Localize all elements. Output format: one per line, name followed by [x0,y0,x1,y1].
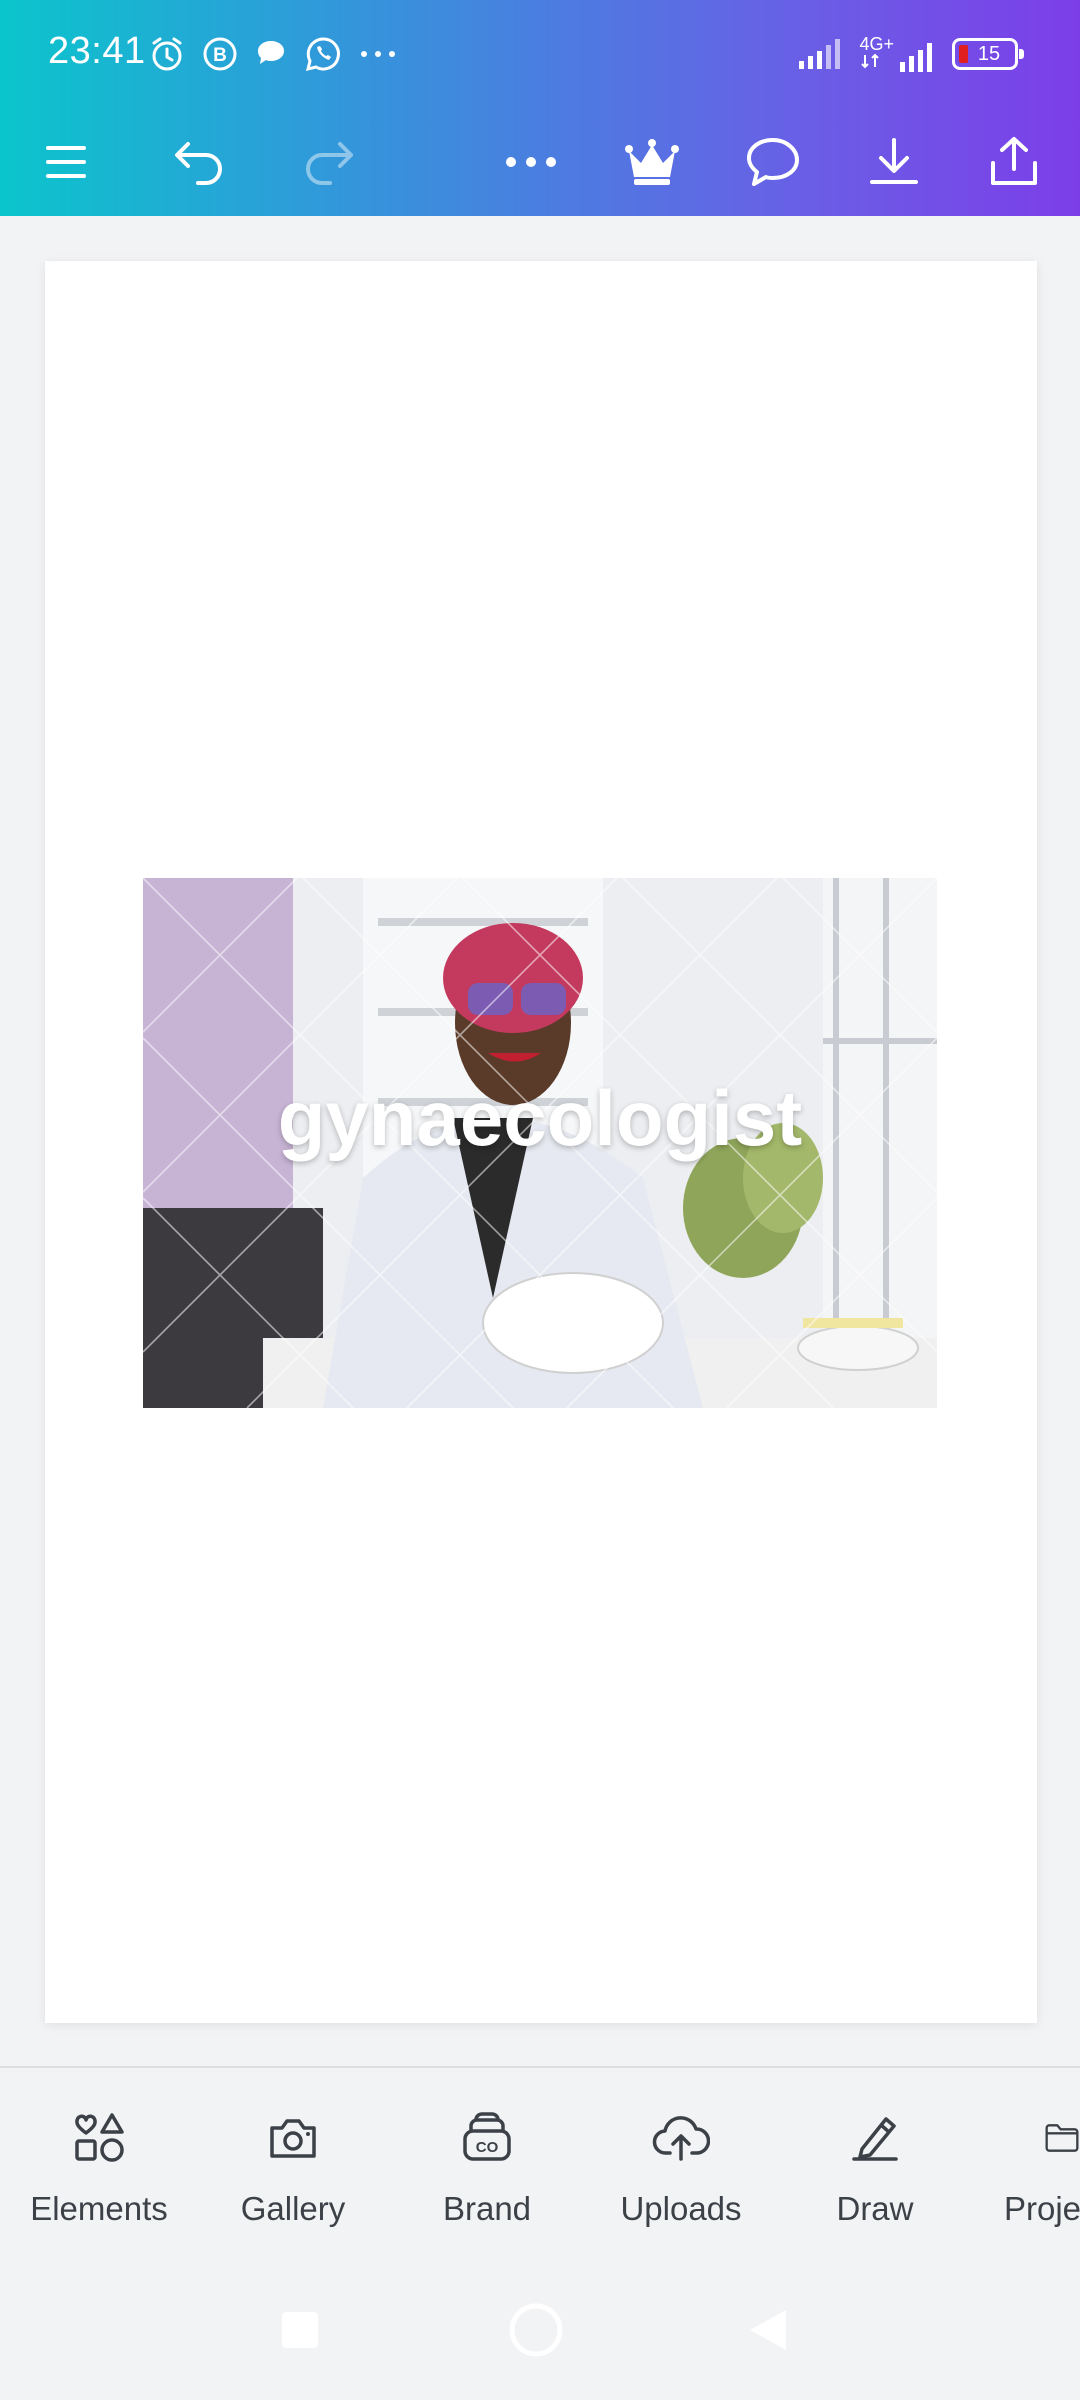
message-bubble-icon [258,41,284,64]
editor-toolbar [0,108,1080,216]
elements-icon [75,2113,124,2162]
nav-uploads-label: Uploads [620,2190,742,2227]
camera-icon [270,2119,316,2158]
network-type-label: 4G+ [859,33,894,54]
nav-brand[interactable]: CO Brand [392,2106,582,2246]
nav-gallery-label: Gallery [240,2190,346,2227]
bottom-tool-nav: Elements Gallery CO Brand Uploads Draw P… [0,2066,1080,2256]
system-navigation-bar [0,2256,1080,2400]
brand-icon: CO [463,2112,511,2161]
recent-apps-button[interactable] [270,2300,330,2360]
nav-projects[interactable]: Proje [974,2106,1080,2246]
battery-icon: 15 [952,38,1024,70]
svg-text:B: B [213,45,227,66]
undo-button[interactable] [160,122,240,202]
signal-4g-icon: 4G+ [859,35,938,74]
status-notification-icons: B [148,30,398,78]
premium-button[interactable] [612,122,692,202]
more-button[interactable] [491,122,571,202]
home-button[interactable] [506,2300,566,2360]
circle-icon [509,2303,563,2357]
upload-cloud-icon [652,2116,710,2161]
share-button[interactable] [974,122,1054,202]
b-circle-icon: B [203,37,237,71]
square-icon [282,2312,318,2348]
undo-icon [175,142,222,185]
design-page[interactable]: gynaecologist [45,261,1037,2023]
status-bar: 23:41 B 4G+ 15 [0,0,1080,108]
nav-brand-label: Brand [442,2190,532,2227]
battery-percent: 15 [977,42,1001,65]
photo-title-text[interactable]: gynaecologist [143,1073,937,1164]
top-bar: 23:41 B 4G+ 15 [0,0,1080,216]
nav-draw[interactable]: Draw [780,2106,970,2246]
nav-gallery[interactable]: Gallery [198,2106,388,2246]
redo-icon [306,142,353,185]
pen-icon [852,2117,898,2161]
nav-draw-label: Draw [836,2190,914,2227]
alarm-icon [152,37,182,71]
nav-elements-label: Elements [30,2190,168,2227]
nav-elements[interactable]: Elements [4,2106,194,2246]
more-dots-icon [361,51,395,57]
download-icon [870,138,918,184]
download-button[interactable] [854,122,934,202]
status-system-icons: 4G+ 15 [797,30,1024,78]
triangle-back-icon [750,2310,786,2350]
folder-icon [1045,2124,1079,2152]
comment-icon [747,138,799,186]
comment-button[interactable] [733,122,813,202]
back-button[interactable] [738,2300,798,2360]
status-time: 23:41 [48,30,146,72]
whatsapp-icon [305,37,340,72]
redo-button[interactable] [288,122,368,202]
more-icon [506,157,556,167]
signal-icon [799,39,841,69]
menu-button[interactable] [26,122,106,202]
doctor-photo[interactable]: gynaecologist [143,878,937,1408]
nav-uploads[interactable]: Uploads [586,2106,776,2246]
share-icon [991,137,1037,185]
nav-projects-label: Proje [1004,2190,1080,2227]
crown-icon [625,139,679,185]
menu-icon [46,146,86,178]
svg-text:CO: CO [476,2139,499,2156]
design-canvas-area: gynaecologist [0,216,1080,2066]
